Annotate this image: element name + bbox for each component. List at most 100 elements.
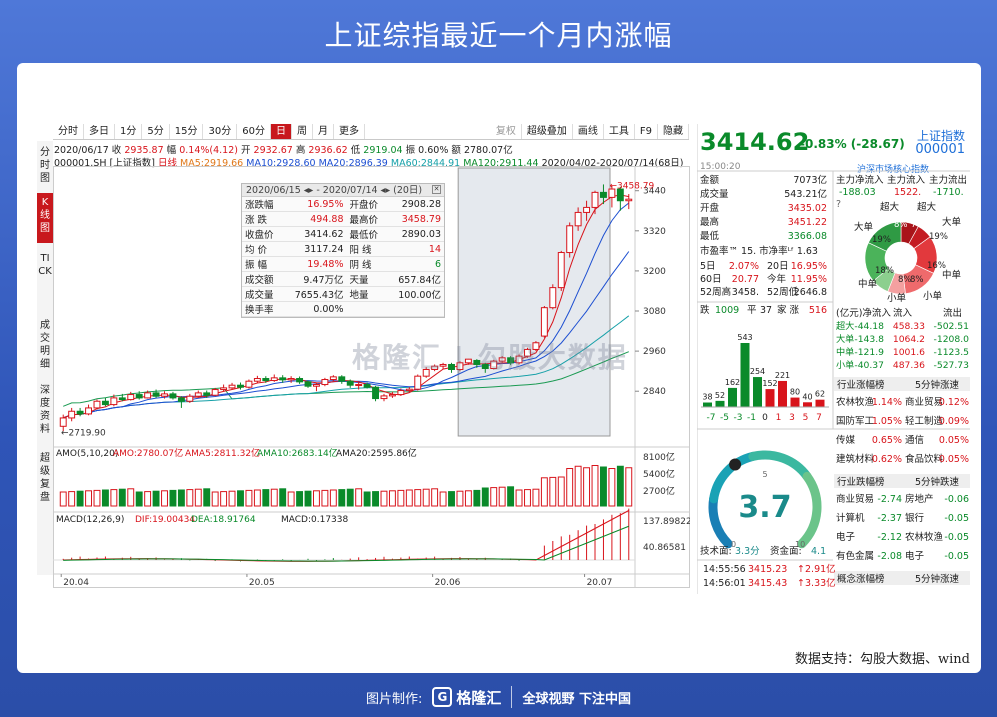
hist-axis-label: 1: [776, 413, 782, 423]
amo-bar: [127, 488, 135, 507]
toolbar-right-item-3[interactable]: 工具: [604, 124, 635, 139]
candle-body: [177, 397, 185, 402]
hist-bar: [790, 397, 800, 407]
rp-text: 主力净流入: [836, 174, 884, 186]
amo-bar: [540, 477, 548, 507]
toolbar-item-0[interactable]: 分时: [53, 124, 84, 139]
hist-axis-label: -3: [734, 413, 743, 423]
sector-pct: -0.05: [944, 551, 969, 562]
rp-text: 计算机: [836, 512, 865, 524]
amo-bar: [194, 488, 202, 507]
popup-cell: 开盘价: [346, 197, 387, 212]
stat-value: 3366.08: [788, 231, 827, 242]
gauge-tick: 5: [762, 470, 767, 479]
sidebar-tab-1[interactable]: K线图: [37, 193, 53, 243]
candle-body: [279, 377, 287, 381]
amo-bar: [355, 488, 363, 507]
popup-cell: 3414.62: [282, 226, 347, 242]
popup-cell: 3458.79: [386, 211, 444, 227]
amo-bar: [203, 488, 211, 507]
candle-body: [583, 206, 591, 213]
popup-cell: 3117.24: [282, 241, 347, 257]
y-tick-label: 3080: [643, 307, 666, 317]
macd-tick-label: 40.86581: [643, 543, 686, 553]
rp-text: 5日: [700, 261, 716, 272]
dea-value: DEA:18.91764: [191, 515, 256, 525]
sector-pct: 1.14%: [872, 397, 902, 408]
candle-body: [118, 397, 126, 401]
sidebar-tab-4[interactable]: 深度资料: [37, 381, 53, 441]
help-icon: ?: [836, 199, 841, 210]
toolbar-item-4[interactable]: 15分: [170, 124, 204, 139]
toolbar-item-2[interactable]: 1分: [115, 124, 143, 139]
toolbar-right-item-2[interactable]: 画线: [573, 124, 604, 139]
ret-value: 2646.8: [794, 287, 827, 298]
hist-bar: [803, 402, 812, 407]
toolbar-right-item-4[interactable]: F9: [635, 124, 658, 139]
ama20-value: AMA20:2595.86亿: [336, 447, 417, 459]
sidebar-tab-5[interactable]: 超级复盘: [37, 449, 53, 509]
ret-value: 3458.: [732, 287, 759, 298]
toolbar-right-item-0[interactable]: 复权: [491, 124, 522, 139]
hist-axis-label: 0: [762, 413, 768, 423]
hist-bar: [740, 343, 750, 407]
made-by-label: 图片制作:: [366, 691, 423, 707]
amo-bar: [616, 465, 624, 507]
sector-pct: 0.12%: [939, 397, 969, 408]
y-tick-label: 3320: [643, 227, 666, 237]
toolbar-item-10[interactable]: 更多: [334, 124, 365, 139]
footer-divider: [511, 686, 513, 708]
hist-label: 254: [750, 367, 765, 376]
rp-text: 传媒: [836, 434, 856, 446]
toolbar-right-item-5[interactable]: 隐藏: [658, 124, 689, 139]
right-quote-panel: 3414.62 -0.83% (-28.67) 上证指数 000001 15:0…: [697, 124, 970, 594]
hist-label: 543: [737, 333, 752, 342]
toolbar-right-item-1[interactable]: 超级叠加: [522, 124, 573, 139]
popup-cell: 成交额: [242, 271, 283, 287]
candle-body: [600, 191, 607, 198]
candle-body: [372, 386, 379, 400]
rp-text: 中单: [942, 269, 962, 281]
candle-body: [321, 379, 329, 386]
candle-body: [287, 378, 295, 381]
toolbar-item-1[interactable]: 多日: [84, 124, 115, 139]
gelonghui-logo: G 格隆汇: [432, 687, 501, 708]
amo-tick-label: 8100亿: [643, 451, 675, 463]
toolbar-item-6[interactable]: 60分: [237, 124, 271, 139]
sector-pct: -0.05: [944, 513, 969, 524]
candle-body: [93, 400, 101, 409]
close-icon[interactable]: ✕: [432, 185, 441, 194]
sector-pct: -2.74: [877, 494, 902, 505]
amo-bar: [490, 487, 498, 507]
toolbar-item-5[interactable]: 30分: [203, 124, 238, 139]
amo-bar: [313, 490, 320, 507]
rp-text: 1009: [715, 305, 739, 316]
donut-pct: 8%: [894, 220, 908, 230]
sector-pct: 0.09%: [939, 416, 969, 427]
sector-pct: 1.05%: [872, 416, 902, 427]
amo-bar: [220, 491, 228, 507]
stat-value: 3435.02: [788, 203, 827, 214]
toolbar-item-7[interactable]: 日: [270, 124, 292, 139]
gauge-arc: [748, 450, 812, 481]
ret-value: 16.95%: [791, 261, 827, 272]
y-tick-label: 2840: [643, 387, 666, 397]
toolbar-item-9[interactable]: 月: [313, 124, 334, 139]
flow-out: -1123.5: [934, 347, 970, 358]
candle-body: [220, 387, 228, 391]
toolbar-item-3[interactable]: 5分: [142, 124, 170, 139]
sidebar-tab-0[interactable]: 分时图: [37, 143, 53, 187]
amo-bar: [161, 490, 168, 507]
amo-bar: [338, 489, 346, 507]
candle-body: [346, 380, 354, 386]
sidebar-tab-3[interactable]: 成交明细: [37, 316, 53, 376]
popup-cell: 涨 跌: [242, 211, 283, 227]
popup-cell: 天量: [346, 271, 387, 287]
candle-body: [245, 380, 253, 388]
sidebar-tab-2[interactable]: TICK: [37, 249, 53, 309]
candle-body: [625, 198, 633, 202]
rp-text: 银行: [905, 512, 925, 524]
sector-pct: -2.08: [877, 551, 902, 562]
toolbar-item-8[interactable]: 周: [292, 124, 313, 139]
high-marker: ←3458.79: [609, 181, 654, 191]
